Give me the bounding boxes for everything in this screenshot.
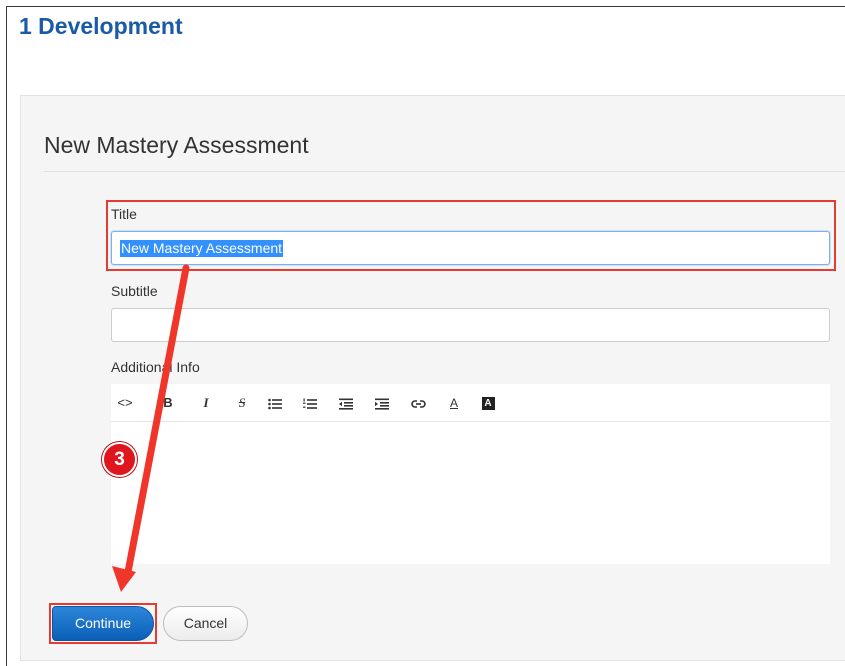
outdent-icon[interactable] bbox=[335, 384, 357, 422]
additional-info-editor: <> B I S A A bbox=[111, 384, 830, 564]
editor-toolbar: <> B I S A A bbox=[111, 384, 830, 422]
background-color-glyph: A bbox=[481, 397, 495, 411]
italic-icon[interactable]: I bbox=[195, 384, 217, 422]
link-icon[interactable] bbox=[407, 384, 429, 422]
font-color-icon[interactable]: A bbox=[443, 384, 465, 422]
background-color-icon[interactable]: A bbox=[477, 384, 499, 422]
panel-title: New Mastery Assessment bbox=[44, 132, 309, 158]
cancel-button[interactable]: Cancel bbox=[163, 606, 248, 641]
continue-button-highlight bbox=[49, 603, 157, 644]
subtitle-input[interactable] bbox=[111, 308, 830, 342]
code-view-icon[interactable]: <> bbox=[114, 384, 136, 422]
editor-content-area[interactable] bbox=[111, 422, 830, 564]
indent-icon[interactable] bbox=[371, 384, 393, 422]
step-number-badge: 3 bbox=[102, 442, 137, 477]
subtitle-label: Subtitle bbox=[111, 283, 158, 299]
new-assessment-panel: New Mastery Assessment Title New Mastery… bbox=[20, 95, 845, 661]
page-heading: 1 Development bbox=[19, 13, 183, 39]
numbered-list-icon[interactable] bbox=[299, 384, 321, 422]
panel-title-divider bbox=[44, 171, 845, 172]
strikethrough-icon[interactable]: S bbox=[231, 384, 253, 422]
title-field-highlight bbox=[106, 200, 836, 271]
additional-info-label: Additional Info bbox=[111, 359, 200, 375]
bulleted-list-icon[interactable] bbox=[264, 384, 286, 422]
bold-icon[interactable]: B bbox=[157, 384, 179, 422]
app-frame: 1 Development New Mastery Assessment Tit… bbox=[6, 6, 845, 666]
